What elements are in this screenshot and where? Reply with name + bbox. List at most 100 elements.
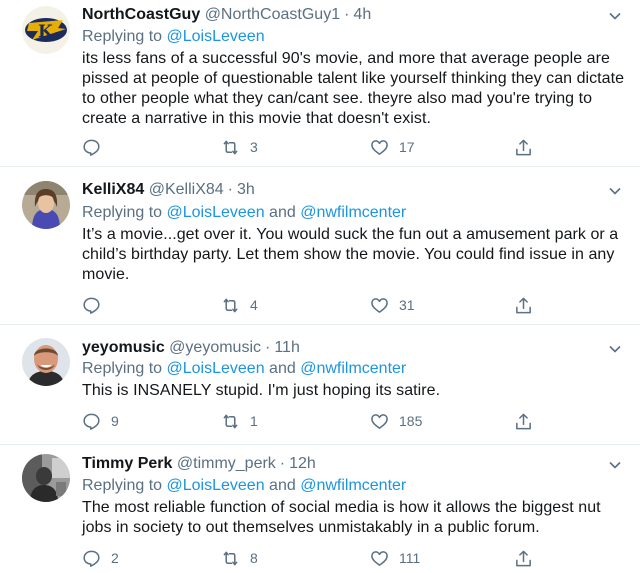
tweet[interactable]: K NorthCoastGuy @NorthCoastGuy1 · 4h Reply… [0, 0, 640, 167]
retweet-icon [223, 551, 238, 565]
reply-button[interactable]: 2 [82, 548, 119, 568]
reply-icon [83, 139, 100, 156]
tweet[interactable]: KelliX84 @KelliX84 · 3h Replying to @LoisL… [0, 168, 640, 325]
separator: · [265, 339, 271, 356]
profile-photo [22, 181, 70, 229]
reply-button[interactable] [82, 137, 111, 157]
tweet-text: The most reliable function of social med… [82, 499, 601, 536]
chevron-down-icon[interactable] [608, 9, 622, 23]
like-button[interactable]: 185 [370, 411, 422, 431]
tweet[interactable]: Timmy Perk @timmy_perk · 12h Replying to @… [0, 446, 640, 573]
reply-icon [83, 297, 100, 314]
user-handle[interactable]: @NorthCoastGuy1 [205, 6, 340, 23]
tweet-header: Timmy Perk @timmy_perk · 12h [82, 454, 316, 474]
retweet-count: 1 [250, 413, 258, 429]
mention-link[interactable]: @LoisLeveen [167, 360, 265, 377]
profile-photo [22, 338, 70, 386]
retweet-count: 3 [250, 139, 258, 155]
timestamp[interactable]: 4h [353, 6, 371, 23]
retweet-icon [223, 298, 238, 312]
retweet-icon [223, 414, 238, 428]
timestamp[interactable]: 11h [274, 339, 300, 356]
replying-to: Replying to @LoisLeveen and @nwfilmcente… [82, 476, 406, 496]
mention-link[interactable]: @nwfilmcenter [300, 204, 406, 221]
replying-to: Replying to @LoisLeveen [82, 27, 265, 47]
mention-link[interactable]: @nwfilmcenter [300, 360, 406, 377]
display-name[interactable]: yeyomusic [82, 339, 165, 356]
user-handle[interactable]: @KelliX84 [149, 181, 224, 198]
action-bar: 2 8 111 [82, 548, 542, 568]
action-bar: 9 1 185 [82, 411, 542, 431]
reply-count: 2 [111, 550, 119, 566]
reply-button[interactable] [82, 295, 111, 315]
display-name[interactable]: NorthCoastGuy [82, 6, 200, 23]
retweet-button[interactable]: 4 [221, 295, 258, 315]
share-button[interactable] [514, 548, 533, 568]
svg-text:K: K [38, 22, 54, 42]
avatar[interactable] [22, 338, 70, 386]
mention-link[interactable]: @LoisLeveen [167, 204, 265, 221]
like-count: 185 [399, 413, 423, 429]
mention-link[interactable]: @LoisLeveen [167, 28, 265, 45]
avatar[interactable] [22, 454, 70, 502]
separator: · [344, 6, 350, 23]
tweet[interactable]: yeyomusic @yeyomusic · 11h Replying to @Lo… [0, 326, 640, 445]
tweet-header: yeyomusic @yeyomusic · 11h [82, 338, 300, 358]
like-button[interactable]: 17 [370, 137, 415, 157]
timestamp[interactable]: 3h [237, 181, 255, 198]
reply-button[interactable]: 9 [82, 411, 119, 431]
like-button[interactable]: 111 [370, 548, 420, 568]
retweet-count: 4 [250, 297, 258, 313]
golden-flashes-logo-icon: K [22, 6, 70, 54]
share-icon [516, 550, 531, 566]
retweet-count: 8 [250, 550, 258, 566]
replying-label: Replying to [82, 477, 163, 494]
share-icon [516, 297, 531, 313]
share-button[interactable] [514, 295, 533, 315]
share-button[interactable] [514, 137, 533, 157]
chevron-down-icon[interactable] [608, 458, 622, 472]
tweet-header: KelliX84 @KelliX84 · 3h [82, 180, 255, 200]
tweet-header: NorthCoastGuy @NorthCoastGuy1 · 4h [82, 5, 371, 25]
separator: · [227, 181, 233, 198]
profile-photo [22, 454, 70, 502]
tweet-text: It’s a movie...get over it. You would su… [82, 226, 619, 283]
action-bar: 4 31 [82, 295, 542, 315]
reply-icon [83, 550, 100, 567]
retweet-button[interactable]: 8 [221, 548, 258, 568]
reply-count: 9 [111, 413, 119, 429]
replying-to: Replying to @LoisLeveen and @nwfilmcente… [82, 203, 406, 223]
retweet-button[interactable]: 3 [221, 137, 258, 157]
timestamp[interactable]: 12h [289, 455, 316, 472]
tweet-text: its less fans of a successful 90's movie… [82, 50, 625, 127]
mention-link[interactable]: @LoisLeveen [167, 477, 265, 494]
like-count: 111 [399, 550, 421, 566]
mention-joiner: and [269, 204, 296, 221]
replying-label: Replying to [82, 28, 163, 45]
action-bar: 3 17 [82, 137, 542, 157]
retweet-button[interactable]: 1 [221, 411, 258, 431]
like-button[interactable]: 31 [370, 295, 415, 315]
reply-icon [83, 413, 100, 430]
tweet-text: This is INSANELY stupid. I'm just hoping… [82, 382, 441, 399]
replying-to: Replying to @LoisLeveen and @nwfilmcente… [82, 359, 406, 379]
mention-link[interactable]: @nwfilmcenter [300, 477, 406, 494]
share-icon [516, 413, 531, 429]
heart-icon [371, 297, 388, 313]
separator: · [279, 455, 286, 472]
heart-icon [371, 139, 388, 155]
chevron-down-icon[interactable] [608, 342, 622, 356]
avatar[interactable] [22, 181, 70, 229]
display-name[interactable]: Timmy Perk [82, 455, 172, 472]
user-handle[interactable]: @timmy_perk [177, 455, 276, 472]
like-count: 17 [399, 139, 415, 155]
user-handle[interactable]: @yeyomusic [169, 339, 261, 356]
share-icon [516, 139, 531, 155]
retweet-icon [223, 140, 238, 154]
chevron-down-icon[interactable] [608, 184, 622, 198]
mention-joiner: and [269, 477, 296, 494]
display-name[interactable]: KelliX84 [82, 181, 144, 198]
share-button[interactable] [514, 411, 533, 431]
avatar[interactable]: K [22, 6, 70, 54]
mention-joiner: and [269, 360, 296, 377]
